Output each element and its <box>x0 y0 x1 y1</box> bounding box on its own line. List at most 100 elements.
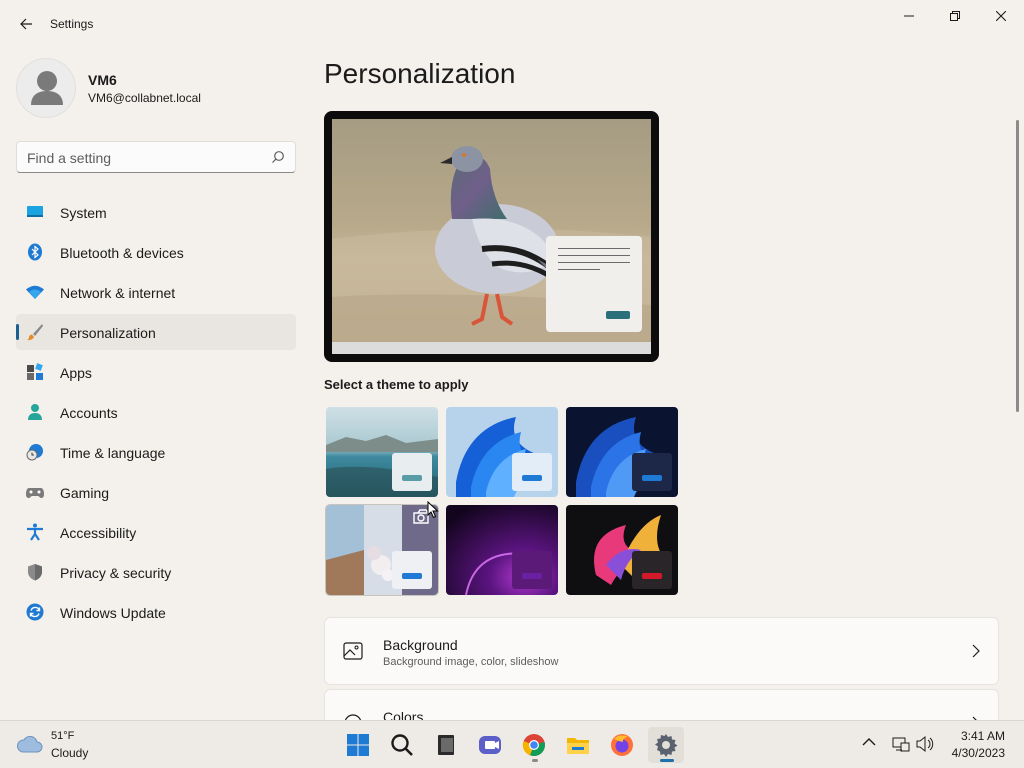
sidebar-item-label: Time & language <box>60 445 166 461</box>
wifi-icon <box>26 285 44 299</box>
tile-accent-bar <box>522 475 542 481</box>
sidebar-item-label: Accessibility <box>60 525 137 541</box>
chevron-right-icon <box>972 644 980 658</box>
task-view-icon <box>438 735 454 755</box>
theme-windows-dark[interactable] <box>566 407 678 497</box>
theme-preview <box>324 111 659 362</box>
background-card[interactable]: Background Background image, color, slid… <box>324 617 999 685</box>
avatar[interactable] <box>16 58 76 118</box>
back-button[interactable] <box>12 10 40 38</box>
tile-sample-window <box>632 551 672 589</box>
network-icon[interactable] <box>892 735 910 753</box>
file-explorer-icon <box>567 738 589 754</box>
taskbar-search-button[interactable] <box>384 727 420 763</box>
user-name: VM6 <box>88 72 117 88</box>
user-email: VM6@collabnet.local <box>88 91 201 105</box>
sidebar-item-label: Apps <box>60 365 92 381</box>
sidebar-item-label: Privacy & security <box>60 565 172 581</box>
teams-chat-button[interactable] <box>472 727 508 763</box>
tile-accent-bar <box>402 573 422 579</box>
sidebar-item-system[interactable]: System <box>16 194 296 230</box>
clock-time[interactable]: 3:41 AM <box>955 729 1005 743</box>
shield-icon <box>28 564 42 581</box>
globe-clock-icon <box>26 444 43 461</box>
sidebar-item-gaming[interactable]: Gaming <box>16 474 296 510</box>
image-icon <box>343 642 363 660</box>
tile-accent-bar <box>402 475 422 481</box>
weather-condition[interactable]: Cloudy <box>51 746 88 760</box>
sidebar-item-label: Accounts <box>60 405 118 421</box>
gamepad-icon <box>26 488 44 498</box>
chrome-button[interactable] <box>516 727 552 763</box>
tile-sample-window <box>632 453 672 491</box>
themes-heading: Select a theme to apply <box>324 377 469 392</box>
minimize-button[interactable] <box>886 0 932 32</box>
sidebar-item-bluetooth[interactable]: Bluetooth & devices <box>16 234 296 270</box>
person-icon <box>28 404 42 420</box>
theme-glow[interactable] <box>446 505 558 595</box>
running-indicator <box>532 759 538 762</box>
theme-captured-motion[interactable] <box>325 504 439 596</box>
monitor-icon <box>27 206 43 217</box>
sidebar-item-label: Windows Update <box>60 605 166 621</box>
bluetooth-icon <box>28 243 42 261</box>
search-input[interactable] <box>27 148 262 168</box>
apps-icon <box>27 363 43 380</box>
settings-taskbar-button[interactable] <box>648 727 684 763</box>
firefox-icon <box>611 734 633 756</box>
tile-sample-window <box>392 551 432 589</box>
taskbar: 51°F Cloudy 3:41 AM 4/30/2023 <box>0 720 1024 768</box>
sidebar-item-accessibility[interactable]: Accessibility <box>16 514 296 550</box>
paintbrush-icon <box>27 324 43 341</box>
card-title: Background <box>383 637 458 653</box>
accessibility-icon <box>27 523 43 541</box>
sidebar-item-label: Gaming <box>60 485 110 501</box>
back-arrow-icon <box>20 18 32 30</box>
weather-temperature[interactable]: 51°F <box>51 730 74 742</box>
settings-icon <box>655 734 678 757</box>
card-subtitle: Background image, color, slideshow <box>383 656 559 668</box>
sidebar-item-label: Bluetooth & devices <box>60 245 184 261</box>
update-icon <box>26 603 44 621</box>
theme-lake[interactable] <box>326 407 438 497</box>
sidebar-item-accounts[interactable]: Accounts <box>16 394 296 430</box>
chevron-up-icon[interactable] <box>862 735 876 749</box>
title-bar: Settings <box>0 0 1024 48</box>
cloud-icon[interactable] <box>16 734 44 754</box>
firefox-button[interactable] <box>604 727 640 763</box>
tile-sample-window <box>512 551 552 589</box>
sidebar-item-label: Personalization <box>60 325 156 341</box>
restore-icon <box>950 11 960 21</box>
sidebar-item-apps[interactable]: Apps <box>16 354 296 390</box>
sidebar-item-network[interactable]: Network & internet <box>16 274 296 310</box>
tile-accent-bar <box>642 475 662 481</box>
preview-text-line <box>558 248 630 249</box>
restore-button[interactable] <box>932 0 978 32</box>
vertical-scrollbar[interactable] <box>1016 120 1019 412</box>
search-icon[interactable] <box>271 150 285 164</box>
tile-sample-window <box>392 453 432 491</box>
tile-accent-bar <box>642 573 662 579</box>
clock-date[interactable]: 4/30/2023 <box>945 746 1005 760</box>
settings-window: Settings VM6 VM6@collabnet.local System <box>0 0 1024 720</box>
search-icon <box>391 734 413 756</box>
sidebar-item-windows-update[interactable]: Windows Update <box>16 594 296 630</box>
tile-sample-window <box>512 453 552 491</box>
chrome-icon <box>522 734 545 757</box>
page-title: Personalization <box>324 58 516 89</box>
sidebar-item-personalization[interactable]: Personalization <box>16 314 296 350</box>
close-icon <box>996 11 1006 21</box>
close-button[interactable] <box>978 0 1024 32</box>
sidebar-item-time-language[interactable]: Time & language <box>16 434 296 470</box>
teams-chat-icon <box>479 736 501 754</box>
sidebar-nav: System Bluetooth & devices Network & int… <box>16 194 296 634</box>
colors-card[interactable]: Colors <box>324 689 999 720</box>
theme-windows-light[interactable] <box>446 407 558 497</box>
theme-flow[interactable] <box>566 505 678 595</box>
volume-icon[interactable] <box>916 735 934 753</box>
task-view-button[interactable] <box>428 727 464 763</box>
start-button[interactable] <box>340 727 376 763</box>
sidebar-item-privacy[interactable]: Privacy & security <box>16 554 296 590</box>
tile-accent-bar <box>522 573 542 579</box>
file-explorer-button[interactable] <box>560 727 596 763</box>
